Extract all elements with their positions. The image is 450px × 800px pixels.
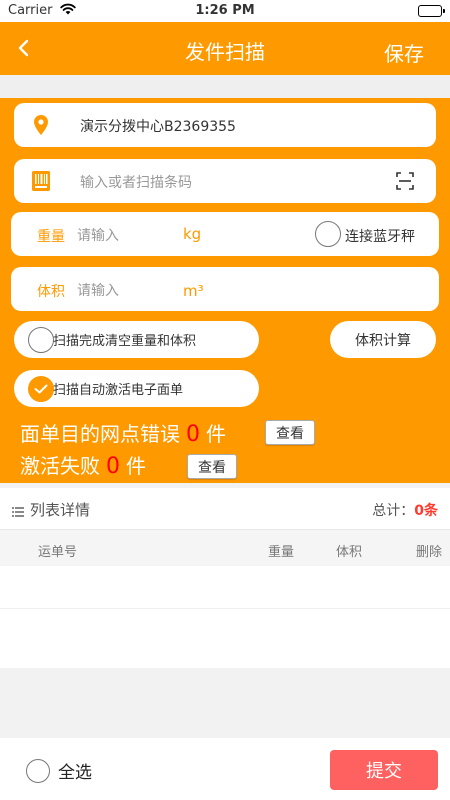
bottom-bar: 全选 提交 (0, 738, 450, 800)
barcode-field[interactable]: 输入或者扫描条码 (14, 159, 436, 203)
list-total-count: 0条 (414, 503, 438, 519)
list-total: 总计：0条 (372, 500, 438, 520)
destination-error-stat: 面单目的网点错误 0 件 (20, 418, 226, 447)
bluetooth-scale-label: 连接蓝牙秤 (345, 229, 415, 245)
auto-activate-toggle[interactable]: 扫描自动激活电子面单 (14, 370, 259, 407)
auto-activate-checkbox[interactable] (28, 375, 54, 402)
barcode-placeholder: 输入或者扫描条码 (80, 175, 192, 191)
column-volume: 体积 (336, 545, 363, 560)
check-icon (34, 384, 48, 393)
header-divider (0, 75, 450, 98)
clock: 1:26 PM (195, 3, 255, 18)
auto-activate-label: 扫描自动激活电子面单 (53, 383, 184, 398)
list-total-label: 总计： (372, 503, 415, 519)
list-icon (12, 502, 24, 521)
weight-field: 重量 请输入 kg 连接蓝牙秤 (11, 212, 439, 256)
clear-after-scan-checkbox[interactable] (28, 326, 54, 353)
select-all-toggle[interactable]: 全选 (18, 758, 92, 783)
page-title: 发件扫描 (185, 40, 265, 64)
status-bar: Carrier 1:26 PM (0, 0, 450, 22)
weight-unit: kg (183, 225, 202, 243)
activation-failed-stat: 激活失败 0 件 (20, 450, 146, 479)
list-title: 列表详情 (30, 501, 91, 519)
weight-input[interactable]: 请输入 (77, 225, 119, 245)
volume-calc-button[interactable]: 体积计算 (330, 321, 436, 358)
volume-field: 体积 请输入 m³ (11, 267, 439, 311)
destination-error-label: 面单目的网点错误 (20, 422, 180, 446)
battery-icon (418, 5, 445, 17)
destination-error-unit: 件 (206, 422, 226, 446)
volume-input[interactable]: 请输入 (77, 280, 119, 300)
clear-after-scan-label: 扫描完成清空重量和体积 (53, 334, 197, 349)
volume-label: 体积 (37, 284, 65, 300)
save-button[interactable]: 保存 (384, 38, 424, 67)
column-weight: 重量 (268, 545, 295, 560)
select-all-checkbox[interactable] (26, 758, 50, 783)
activation-failed-count: 0 (106, 454, 120, 479)
destination-error-count: 0 (186, 422, 200, 447)
list-divider (0, 608, 450, 609)
waybill-list (0, 566, 450, 668)
list-header: 列表详情 总计：0条 (0, 488, 450, 530)
submit-button[interactable]: 提交 (330, 750, 438, 790)
table-header: 运单号 重量 体积 删除 (0, 530, 450, 566)
column-delete: 删除 (416, 545, 443, 560)
volume-unit: m³ (183, 282, 204, 300)
activation-failed-label: 激活失败 (20, 454, 100, 478)
scan-form: 演示分拨中心B2369355 输入或者扫描条码 重量 请输入 kg 连接蓝牙秤 (0, 98, 450, 483)
view-error-button[interactable]: 查看 (265, 420, 315, 445)
location-value: 演示分拨中心B2369355 (80, 119, 236, 135)
bluetooth-scale-checkbox[interactable] (315, 221, 341, 247)
column-waybill: 运单号 (38, 545, 78, 560)
barcode-icon (32, 171, 50, 195)
location-field[interactable]: 演示分拨中心B2369355 (14, 103, 436, 147)
location-pin-icon (34, 115, 48, 139)
view-failed-button[interactable]: 查看 (187, 454, 237, 479)
clear-after-scan-toggle[interactable]: 扫描完成清空重量和体积 (14, 321, 259, 358)
scan-frame-icon[interactable] (396, 172, 414, 194)
weight-label: 重量 (37, 229, 65, 245)
navbar: 发件扫描 保存 (0, 22, 450, 75)
select-all-label: 全选 (58, 763, 92, 783)
activation-failed-unit: 件 (126, 454, 146, 478)
